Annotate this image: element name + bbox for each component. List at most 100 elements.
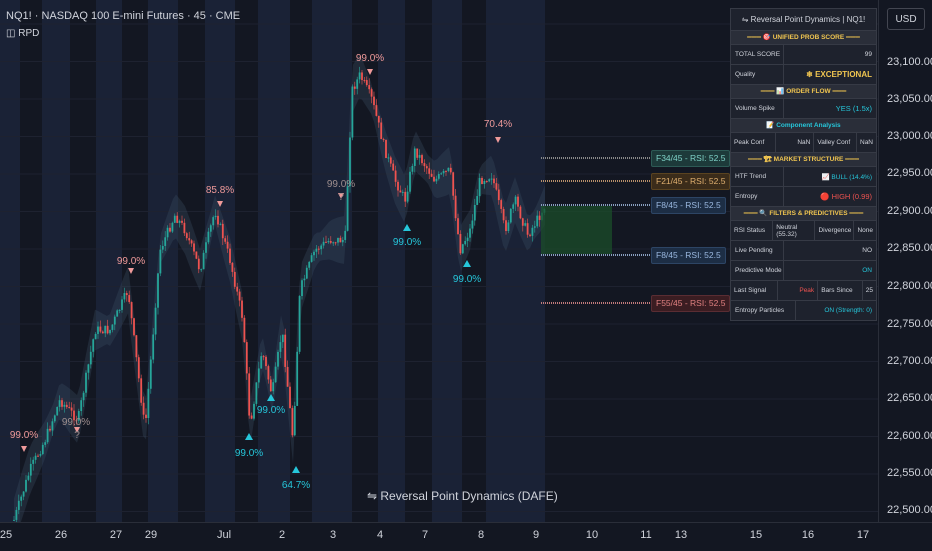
candle-body: [387, 157, 390, 159]
time-tick: 8: [477, 529, 485, 541]
candle-body: [152, 334, 155, 360]
candle-body: [322, 241, 325, 246]
candle-body: [303, 278, 306, 281]
candle-body: [538, 215, 541, 220]
candle-body: [317, 248, 320, 250]
candle-body: [308, 261, 311, 268]
indicator-label[interactable]: ◫ RPD: [6, 28, 39, 39]
candle-body: [20, 496, 23, 501]
candle-body: [85, 372, 87, 393]
candle-body: [269, 379, 272, 392]
row-predictive-mode: Predictive Mode ON: [731, 261, 876, 281]
candle-body: [277, 351, 279, 367]
fib-label[interactable]: F34/45 - RSI: 52.5: [651, 150, 731, 167]
candle-body: [466, 237, 469, 241]
candle-body: [476, 196, 479, 205]
price-axis[interactable]: USD 23,100.00 23,050.00 23,000.00 22,950…: [878, 0, 932, 522]
row-htf-trend: HTF Trend 📈 BULL (14.4%): [731, 167, 876, 187]
candle-body: [526, 223, 529, 235]
candle-body: [435, 178, 438, 182]
candle-body: [500, 200, 503, 209]
value: ❄ EXCEPTIONAL: [806, 70, 872, 79]
candle-body: [221, 223, 224, 239]
candle-body: [401, 191, 404, 193]
candle-body: [17, 500, 20, 510]
fib-label[interactable]: F55/45 - RSI: 52.5: [651, 295, 731, 312]
value: NaN: [860, 139, 874, 146]
candle-body: [445, 170, 447, 172]
section-market-structure: ═══ 🏗 MARKET STRUCTURE ═══: [731, 153, 876, 167]
price-tick: 22,650.00: [887, 392, 932, 404]
candle-body: [397, 181, 399, 191]
value: None: [857, 227, 873, 234]
candle-body: [123, 293, 126, 300]
candle-body: [243, 317, 246, 343]
price-tick: 22,950.00: [887, 167, 932, 179]
candle-body: [46, 428, 49, 443]
fib-label[interactable]: F21/45 - RSI: 52.5: [651, 173, 731, 190]
candle-body: [517, 196, 519, 207]
section-filters: ═══ 🔍 FILTERS & PREDICTIVES ═══: [731, 207, 876, 221]
pivot-label: 70.4%: [483, 119, 513, 130]
candle-body: [109, 329, 111, 334]
candle-body: [32, 459, 35, 464]
symbol-title: NQ1! · NASDAQ 100 E-mini Futures · 45 · …: [6, 10, 241, 22]
pivot-label: 99.0%: [116, 256, 146, 267]
candle-body: [178, 220, 181, 223]
candle-body: [361, 72, 363, 81]
label: Last Signal: [731, 281, 778, 300]
candle-body: [524, 223, 527, 226]
candle-body: [145, 414, 147, 418]
candle-body: [505, 220, 507, 232]
candle-body: [272, 382, 275, 392]
candle-body: [212, 217, 215, 226]
candle-body: [193, 243, 195, 252]
candle-body: [97, 326, 99, 334]
candle-body: [337, 237, 339, 243]
candle-body: [137, 357, 140, 379]
candle-body: [274, 366, 277, 383]
candle-body: [99, 326, 102, 332]
value: 99: [864, 51, 872, 58]
row-quality: Quality ❄ EXCEPTIONAL: [731, 65, 876, 85]
candle-body: [411, 165, 414, 172]
candle-body: [358, 72, 361, 80]
candle-body: [351, 86, 354, 138]
candle-body: [39, 454, 42, 456]
candle-body: [430, 173, 433, 177]
eye-icon: ◫: [6, 28, 19, 39]
time-tick: 16: [801, 529, 815, 541]
candle-body: [279, 342, 282, 352]
candle-body: [236, 286, 239, 292]
time-axis[interactable]: 25 26 27 29 Jul 2 3 4 7 8 9 10 11 13 15 …: [0, 522, 932, 551]
candle-body: [106, 325, 109, 334]
candle-body: [341, 239, 344, 243]
candle-body: [183, 222, 186, 234]
candle-body: [418, 155, 421, 158]
candle-body: [29, 463, 32, 476]
candle-body: [149, 359, 152, 389]
candle-body: [365, 80, 368, 86]
candle-body: [202, 252, 205, 270]
candle-body: [423, 163, 426, 167]
candle-body: [58, 400, 61, 407]
candle-body: [291, 408, 294, 436]
currency-button[interactable]: USD: [887, 8, 925, 30]
candle-body: [147, 388, 150, 418]
candle-body: [49, 428, 51, 431]
candle-body: [481, 177, 483, 185]
candle-body: [116, 310, 119, 317]
candle-body: [34, 455, 37, 460]
question-mark: ?: [338, 192, 344, 203]
label: Quality: [731, 65, 784, 84]
session-band: [258, 0, 290, 522]
fib-label[interactable]: F8/45 - RSI: 52.5: [651, 197, 726, 214]
candle-body: [135, 335, 138, 358]
candle-body: [190, 240, 193, 244]
candle-body: [70, 407, 73, 411]
fib-label[interactable]: F8/45 - RSI: 52.5: [651, 247, 726, 264]
label: Bars Since: [818, 281, 863, 300]
time-tick: 25: [0, 529, 13, 541]
pivot-label: 99.0%: [326, 179, 356, 190]
candle-body: [421, 155, 423, 164]
